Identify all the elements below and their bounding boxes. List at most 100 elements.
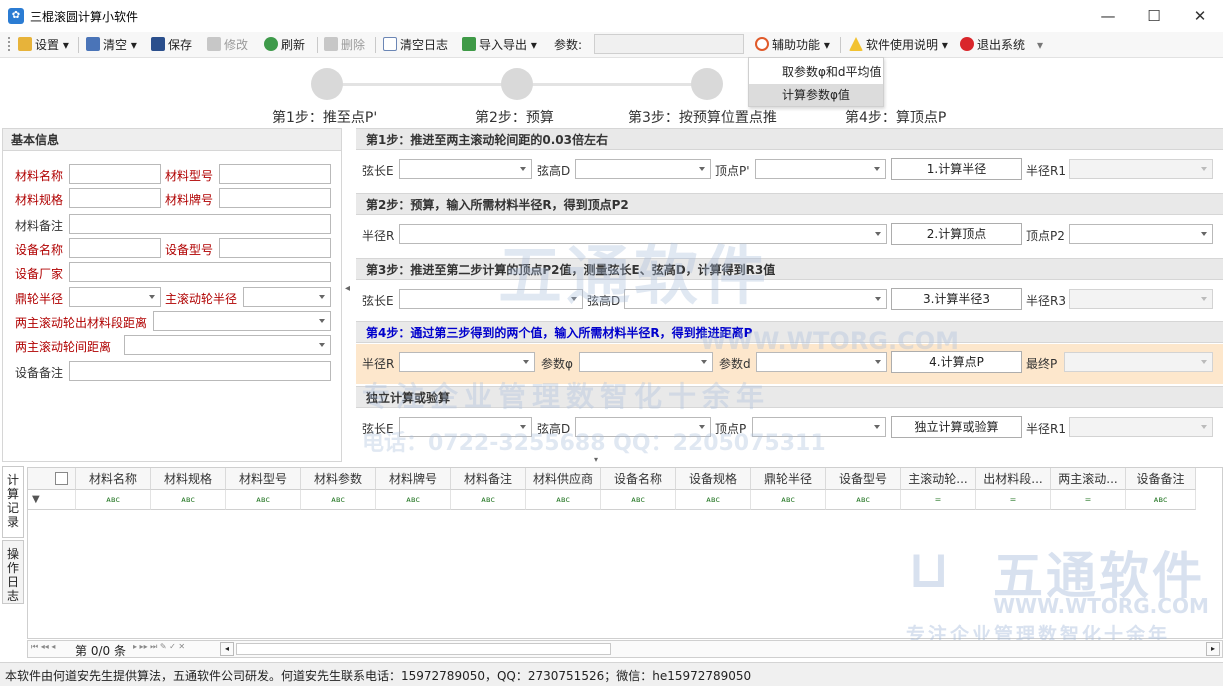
scroll-right-icon[interactable]: ▸ xyxy=(1206,642,1220,656)
main-roller-radius-combo[interactable] xyxy=(243,287,331,307)
checkbox-icon[interactable] xyxy=(55,472,68,485)
column-filter-cell[interactable]: = xyxy=(976,490,1051,510)
assist-dropdown: 取参数φ和d平均值 计算参数φ值 xyxy=(748,57,884,107)
param-input[interactable] xyxy=(594,34,744,54)
material-note-input[interactable] xyxy=(69,214,331,234)
chord-e-combo[interactable] xyxy=(399,159,532,179)
column-header[interactable]: 设备型号 xyxy=(826,468,901,490)
minimize-button[interactable]: — xyxy=(1085,0,1131,32)
device-factory-input[interactable] xyxy=(69,262,331,282)
step-1-label: 第1步：推至点P' xyxy=(272,110,378,126)
tab-operation-log[interactable]: 操作日志 xyxy=(2,540,24,604)
column-header[interactable]: 主滚动轮... xyxy=(901,468,976,490)
filter-icon[interactable]: ▼ xyxy=(28,490,76,510)
roller-distance-combo[interactable] xyxy=(124,335,331,355)
column-header[interactable]: 材料牌号 xyxy=(376,468,451,490)
column-header[interactable]: 出材料段... xyxy=(976,468,1051,490)
column-filter-cell[interactable]: ᴀʙc xyxy=(751,490,826,510)
import-export-icon xyxy=(462,37,476,51)
select-all-checkbox[interactable] xyxy=(28,468,76,490)
save-button[interactable]: 保存 xyxy=(151,35,192,55)
radius-r3-combo[interactable] xyxy=(1069,289,1213,309)
refresh-button[interactable]: 刷新 xyxy=(264,35,305,55)
column-filter-cell[interactable]: ᴀʙc xyxy=(601,490,676,510)
material-brand-input[interactable] xyxy=(219,188,331,208)
column-header[interactable]: 设备名称 xyxy=(601,468,676,490)
help-menu[interactable]: 软件使用说明 ▾ xyxy=(849,35,948,55)
calc-radius-3-button[interactable]: 3.计算半径3 xyxy=(891,288,1022,310)
status-bar: 本软件由何道安先生提供算法，五通软件公司研发。何道安先生联系电话：1597278… xyxy=(0,662,1223,686)
column-filter-cell[interactable]: = xyxy=(1051,490,1126,510)
vertex-p2-combo[interactable] xyxy=(1069,224,1213,244)
param-d-combo[interactable] xyxy=(756,352,887,372)
pager-next-icon[interactable]: ▸ ▸▸ ⏭ ✎ ✓ ✕ xyxy=(133,642,185,652)
radius-r-combo[interactable] xyxy=(399,352,535,372)
exit-distance-combo[interactable] xyxy=(153,311,331,331)
chord-d-combo[interactable] xyxy=(575,159,711,179)
assist-menu[interactable]: 辅助功能 ▾ xyxy=(755,35,830,55)
final-p-combo[interactable] xyxy=(1064,352,1213,372)
column-filter-cell[interactable]: ᴀʙc xyxy=(226,490,301,510)
exit-icon xyxy=(960,37,974,51)
column-filter-cell[interactable]: ᴀʙc xyxy=(676,490,751,510)
radius-r1-combo[interactable] xyxy=(1069,417,1213,437)
column-filter-cell[interactable]: = xyxy=(901,490,976,510)
edit-button[interactable]: 修改 xyxy=(207,35,248,55)
column-filter-cell[interactable]: ᴀʙc xyxy=(1126,490,1196,510)
close-button[interactable]: ✕ xyxy=(1177,0,1223,32)
scroll-left-icon[interactable]: ◂ xyxy=(220,642,234,656)
calc-radius-button[interactable]: 1.计算半径 xyxy=(891,158,1022,180)
vertex-combo[interactable] xyxy=(755,159,886,179)
column-filter-cell[interactable]: ᴀʙc xyxy=(451,490,526,510)
section-3-body: 弦长E 弦高D 3.计算半径3 半径R3 xyxy=(356,281,1223,321)
vertex-label: 顶点P' xyxy=(715,164,750,178)
panel-splitter[interactable]: ◂ xyxy=(343,128,353,462)
radius-r1-combo[interactable] xyxy=(1069,159,1213,179)
pager-first-icon[interactable]: ⏮ ◂◂ ◂ xyxy=(31,642,55,652)
material-spec-input[interactable] xyxy=(69,188,161,208)
expand-arrow-icon[interactable]: ▾ xyxy=(594,455,598,464)
column-filter-cell[interactable]: ᴀʙc xyxy=(301,490,376,510)
param-phi-combo[interactable] xyxy=(579,352,713,372)
exit-button[interactable]: 退出系统 xyxy=(960,35,1025,55)
settings-menu[interactable]: 设置 ▾ xyxy=(18,35,69,55)
import-export-menu[interactable]: 导入导出 ▾ xyxy=(462,35,537,55)
separator xyxy=(78,37,79,53)
device-name-input[interactable] xyxy=(69,238,161,258)
column-filter-cell[interactable]: ᴀʙc xyxy=(826,490,901,510)
column-header[interactable]: 两主滚动... xyxy=(1051,468,1126,490)
menu-item-calc-phi[interactable]: 计算参数φ值 xyxy=(749,84,883,106)
toolbar-overflow[interactable]: ▾ xyxy=(1037,35,1043,55)
horizontal-scrollbar-thumb[interactable] xyxy=(236,643,611,655)
clear-log-button[interactable]: 清空日志 xyxy=(383,35,448,55)
watermark-brand: 五通软件 xyxy=(498,240,770,314)
tab-calc-records[interactable]: 计算记录 xyxy=(2,466,24,538)
column-header[interactable]: 材料规格 xyxy=(151,468,226,490)
maximize-button[interactable]: ☐ xyxy=(1131,0,1177,32)
material-model-input[interactable] xyxy=(219,164,331,184)
wheel-radius-combo[interactable] xyxy=(69,287,161,307)
calc-vertex-button[interactable]: 2.计算顶点 xyxy=(891,223,1022,245)
clear-menu[interactable]: 清空 ▾ xyxy=(86,35,137,55)
column-filter-cell[interactable]: ᴀʙc xyxy=(151,490,226,510)
column-header[interactable]: 设备规格 xyxy=(676,468,751,490)
column-filter-cell[interactable]: ᴀʙc xyxy=(526,490,601,510)
column-header[interactable]: 设备备注 xyxy=(1126,468,1196,490)
column-header[interactable]: 材料名称 xyxy=(76,468,151,490)
column-header[interactable]: 材料备注 xyxy=(451,468,526,490)
pager-status: 第 0/0 条 xyxy=(75,644,126,658)
delete-button[interactable]: 删除 xyxy=(324,35,365,55)
column-header[interactable]: 材料供应商 xyxy=(526,468,601,490)
column-header[interactable]: 材料型号 xyxy=(226,468,301,490)
material-name-input[interactable] xyxy=(69,164,161,184)
column-filter-cell[interactable]: ᴀʙc xyxy=(376,490,451,510)
column-filter-cell[interactable]: ᴀʙc xyxy=(76,490,151,510)
menu-item-average[interactable]: 取参数φ和d平均值 xyxy=(749,61,883,83)
column-header[interactable]: 材料参数 xyxy=(301,468,376,490)
material-model-label: 材料型号 xyxy=(165,169,214,183)
standalone-calc-button[interactable]: 独立计算或验算 xyxy=(891,416,1022,438)
device-note-input[interactable] xyxy=(69,361,331,381)
material-spec-label: 材料规格 xyxy=(15,193,64,207)
device-model-input[interactable] xyxy=(219,238,331,258)
column-header[interactable]: 鼎轮半径 xyxy=(751,468,826,490)
